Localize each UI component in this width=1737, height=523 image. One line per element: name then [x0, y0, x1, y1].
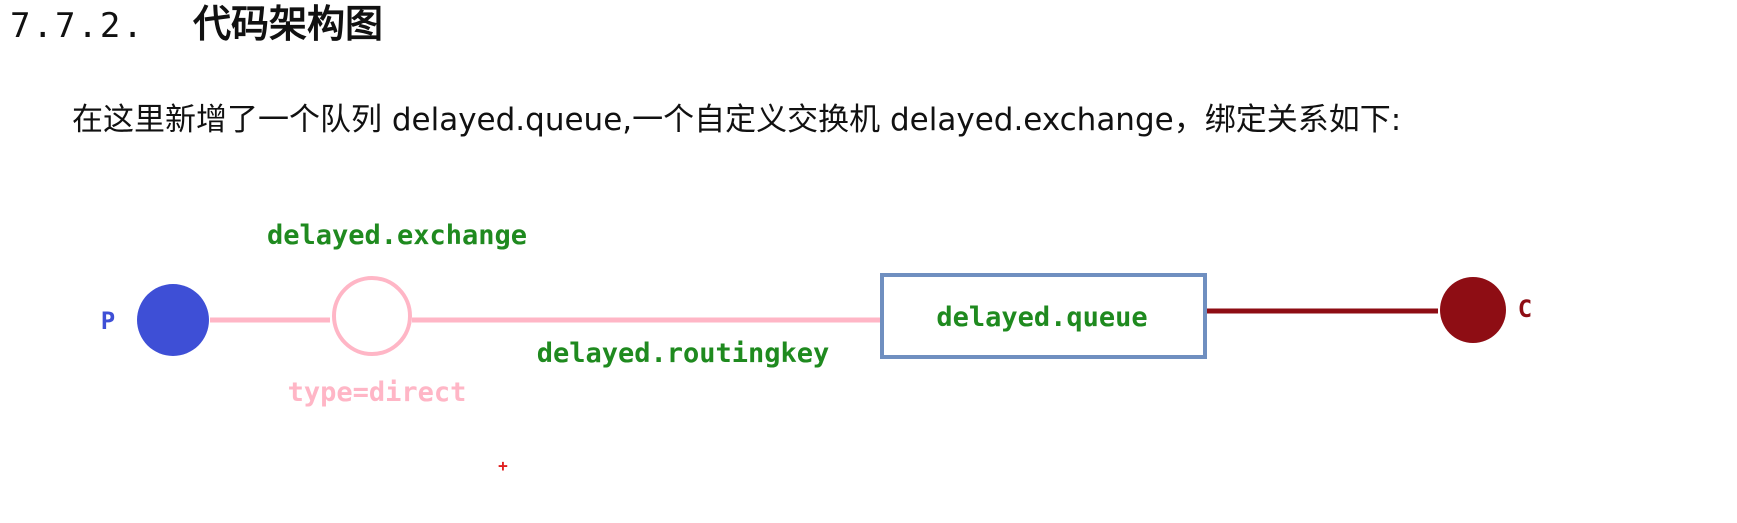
exchange-node: [332, 276, 412, 356]
exchange-name: delayed.exchange: [267, 220, 527, 251]
producer-node: [137, 284, 209, 356]
queue-name: delayed.queue: [936, 302, 1147, 333]
consumer-node: [1440, 277, 1506, 343]
architecture-diagram: P delayed.exchange type=direct delayed.r…: [101, 220, 1532, 475]
stray-mark: +: [498, 456, 508, 475]
consumer-label: C: [1518, 295, 1532, 323]
producer-label: P: [101, 307, 115, 335]
routing-key-label: delayed.routingkey: [537, 338, 830, 369]
exchange-type: type=direct: [288, 377, 467, 408]
